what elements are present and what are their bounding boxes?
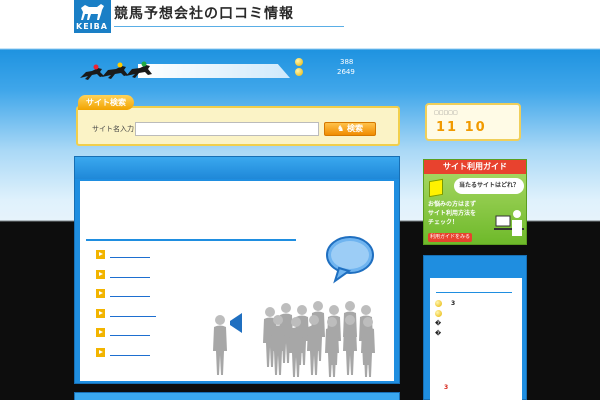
guide-button[interactable]: 利用ガイドをみる	[428, 233, 472, 242]
racehorses-icon	[80, 61, 152, 80]
ranking-row[interactable]: �	[435, 330, 441, 337]
guide-question: 当たるサイトはどれ？	[454, 178, 524, 194]
list-item-link[interactable]	[110, 354, 150, 356]
arrow-right-icon	[96, 328, 105, 337]
list-item-link[interactable]	[110, 257, 150, 258]
arrow-right-icon	[96, 269, 105, 279]
counter-value: 388	[340, 58, 354, 66]
date-value: 11 10	[436, 120, 487, 135]
ranking-symbol: �	[435, 320, 442, 327]
ranking-divider	[436, 292, 512, 293]
crowd-with-megaphone-icon	[213, 301, 375, 377]
list-item-link[interactable]	[110, 276, 150, 278]
ranking-row[interactable]: �	[435, 320, 441, 327]
main-panel-header	[75, 157, 399, 179]
coin-icon	[295, 58, 303, 66]
main-content-panel	[74, 156, 400, 384]
ranking-row[interactable]	[435, 310, 442, 317]
arrow-right-icon	[96, 289, 105, 298]
counter-value: 2649	[337, 68, 355, 76]
search-button-label: 検索	[346, 124, 363, 133]
search-button[interactable]: ♞ 検索	[324, 122, 376, 136]
secondary-panel-header	[74, 392, 400, 400]
guide-text-line: お悩みの方はまず	[428, 201, 477, 208]
arrow-right-icon	[96, 250, 105, 259]
site-header: KEIBA 競馬予想会社の口コミ情報	[0, 0, 600, 48]
site-title[interactable]: 競馬予想会社の口コミ情報	[114, 3, 294, 23]
search-tab-label: サイト検索	[78, 95, 134, 110]
list-item-link[interactable]	[110, 335, 150, 336]
book-icon	[429, 178, 443, 198]
ranking-panel: 3 � � 3	[423, 255, 527, 400]
person-at-computer-icon	[494, 210, 524, 236]
coin-icon	[435, 300, 442, 307]
search-input[interactable]	[135, 122, 319, 136]
date-box: □□□□□ 11 10	[425, 103, 521, 141]
ranking-panel-body: 3 � � 3	[430, 278, 522, 400]
ranking-value: 3	[451, 300, 456, 307]
section-divider	[86, 239, 296, 241]
ranking-symbol: �	[435, 330, 442, 337]
horse-small-icon: ♞	[337, 124, 347, 133]
site-logo[interactable]: KEIBA	[74, 0, 111, 33]
coin-icon	[435, 310, 442, 317]
horse-logo-icon	[81, 4, 104, 20]
ranking-row[interactable]: 3	[435, 300, 455, 307]
racing-horses-banner	[78, 58, 290, 86]
coin-icon	[295, 68, 303, 76]
date-day: 10	[464, 120, 487, 135]
guide-title: サイト利用ガイド	[424, 160, 526, 174]
guide-text-line: チェック！	[428, 219, 459, 226]
ranking-bottom-value: 3	[444, 384, 449, 391]
title-underline	[114, 26, 344, 27]
guide-text: お悩みの方はまず サイト利用方法を チェック！	[428, 200, 488, 227]
arrow-right-icon	[96, 347, 105, 357]
speech-bubble-icon	[326, 236, 374, 284]
logo-text: KEIBA	[76, 22, 108, 31]
site-search-panel: サイト名入力 ♞ 検索	[76, 106, 400, 146]
date-caption: □□□□□	[434, 110, 458, 116]
list-item-link[interactable]	[110, 296, 150, 297]
list-item-link[interactable]	[110, 315, 156, 317]
search-field-label: サイト名入力	[92, 125, 134, 133]
counter-row-1: 388	[295, 58, 353, 66]
guide-text-line: サイト利用方法を	[428, 210, 477, 217]
date-month: 11	[436, 120, 459, 135]
arrow-right-icon	[96, 308, 105, 318]
main-panel-body	[80, 181, 394, 381]
counter-row-2: 2649	[295, 68, 355, 76]
site-guide-banner[interactable]: サイト利用ガイド 当たるサイトはどれ？ お悩みの方はまず サイト利用方法を チェ…	[423, 159, 527, 245]
